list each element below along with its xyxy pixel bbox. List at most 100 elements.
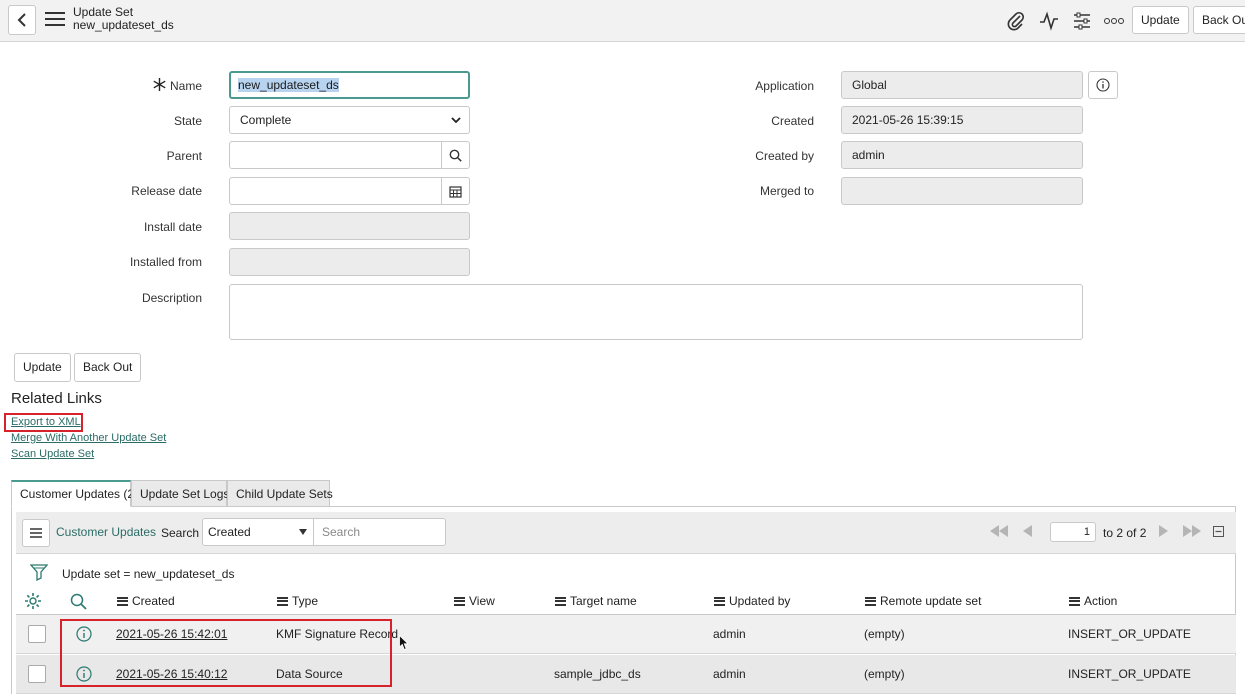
remote-update-set-cell: (empty) [864, 667, 905, 681]
column-label: Target name [570, 594, 637, 608]
install-date-field [229, 212, 470, 240]
column-header-remote-update-set[interactable]: Remote update set [865, 594, 981, 608]
column-header-created[interactable]: Created [117, 594, 175, 608]
merge-update-set-link[interactable]: Merge With Another Update Set [11, 432, 166, 444]
column-header-target-name[interactable]: Target name [555, 594, 637, 608]
activity-icon[interactable] [1037, 9, 1061, 33]
header-bar: Update Set new_updateset_ds Update Back … [0, 0, 1245, 42]
column-menu-icon [277, 596, 288, 606]
parent-field[interactable] [229, 141, 470, 169]
column-search-icon[interactable] [70, 593, 87, 610]
remote-update-set-cell: (empty) [864, 627, 905, 641]
created-field: 2021-05-26 15:39:15 [841, 106, 1083, 134]
mouse-cursor-icon [399, 635, 409, 651]
previous-page-icon[interactable] [1022, 525, 1032, 537]
list-settings-gear-icon[interactable] [24, 592, 42, 610]
row-checkbox[interactable] [28, 665, 46, 683]
page-title: Update Set new_updateset_ds [73, 6, 174, 32]
caret-down-icon [299, 529, 307, 535]
installed-from-label: Installed from [129, 255, 202, 269]
annotation-highlight-box [60, 619, 392, 687]
column-label: Type [292, 594, 319, 608]
column-label: Created [132, 594, 175, 608]
name-field[interactable]: new_updateset_ds [229, 71, 470, 99]
collapse-list-icon[interactable] [1213, 526, 1224, 537]
back-button[interactable] [8, 5, 36, 35]
column-label: Updated by [729, 594, 791, 608]
chevron-left-icon [17, 13, 26, 27]
column-label: Remote update set [880, 594, 982, 608]
form-update-button[interactable]: Update [14, 353, 71, 382]
column-header-updated-by[interactable]: Updated by [714, 594, 790, 608]
merged-to-field [841, 177, 1083, 205]
form-backout-button[interactable]: Back Out [74, 353, 142, 382]
list-title[interactable]: Customer Updates [56, 525, 156, 539]
column-header-view[interactable]: View [454, 594, 495, 608]
related-links-heading: Related Links [11, 390, 102, 407]
header-update-button[interactable]: Update [1132, 6, 1189, 34]
scan-update-set-link[interactable]: Scan Update Set [11, 448, 94, 460]
tab-update-set-logs[interactable]: Update Set Logs [131, 480, 229, 507]
release-date-label: Release date [131, 184, 202, 198]
column-header-action[interactable]: Action [1069, 594, 1117, 608]
description-label: Description [141, 291, 202, 305]
paperclip-icon[interactable] [1004, 9, 1028, 33]
release-date-picker-button[interactable] [441, 178, 469, 204]
search-label: Search [161, 526, 200, 540]
merged-to-label: Merged to [759, 184, 814, 198]
column-label: Action [1084, 594, 1118, 608]
updated-by-cell: admin [713, 667, 746, 681]
column-menu-icon [1069, 596, 1080, 606]
column-menu-icon [117, 596, 128, 606]
created-by-field: admin [841, 141, 1083, 169]
hamburger-icon [30, 528, 42, 538]
column-menu-icon [865, 596, 876, 606]
column-label: View [469, 594, 495, 608]
calendar-icon [449, 185, 462, 198]
column-menu-icon [714, 596, 725, 606]
chevron-down-icon [451, 117, 461, 124]
updated-by-cell: admin [713, 627, 746, 641]
state-select[interactable]: Complete [229, 106, 470, 134]
action-cell: INSERT_OR_UPDATE [1068, 627, 1191, 641]
row-checkbox[interactable] [28, 625, 46, 643]
info-icon [1096, 78, 1110, 92]
search-icon [449, 149, 462, 162]
filter-condition[interactable]: Update set = new_updateset_ds [62, 567, 234, 581]
action-cell: INSERT_OR_UPDATE [1068, 667, 1191, 681]
filter-breadcrumb: Update set = new_updateset_ds [16, 562, 1236, 586]
column-menu-icon [454, 596, 465, 606]
last-page-icon[interactable] [1182, 525, 1202, 537]
search-input[interactable]: Search [314, 518, 446, 546]
tab-child-update-sets[interactable]: Child Update Sets [227, 480, 333, 507]
application-info-button[interactable] [1088, 71, 1118, 99]
release-date-field[interactable] [229, 177, 470, 205]
created-by-label: Created by [755, 149, 814, 163]
state-select-value: Complete [240, 113, 292, 127]
filter-icon[interactable] [30, 563, 48, 581]
list-menu-button[interactable] [22, 519, 50, 547]
parent-lookup-button[interactable] [441, 142, 469, 168]
header-backout-button[interactable]: Back Out [1193, 6, 1245, 34]
tab-customer-updates[interactable]: Customer Updates (2) [11, 480, 138, 507]
name-field-value: new_updateset_ds [238, 78, 339, 92]
context-menu-icon[interactable] [45, 12, 65, 28]
description-field[interactable] [229, 284, 1083, 340]
install-date-label: Install date [143, 220, 202, 234]
settings-sliders-icon[interactable] [1070, 9, 1094, 33]
page-number-input[interactable]: 1 [1050, 522, 1096, 542]
record-name-title: new_updateset_ds [73, 18, 174, 32]
search-field-select[interactable]: Created [202, 518, 314, 546]
first-page-icon[interactable] [989, 525, 1009, 537]
search-field-value: Created [208, 525, 251, 539]
column-menu-icon [555, 596, 566, 606]
next-page-icon[interactable] [1159, 525, 1169, 537]
application-field: Global [841, 71, 1083, 99]
more-options-icon[interactable] [1102, 9, 1126, 33]
application-label: Application [755, 79, 814, 93]
state-label: State [173, 114, 202, 128]
column-header-type[interactable]: Type [277, 594, 318, 608]
created-label: Created [771, 114, 814, 128]
installed-from-field [229, 248, 470, 276]
export-to-xml-link[interactable]: Export to XML [11, 416, 81, 428]
